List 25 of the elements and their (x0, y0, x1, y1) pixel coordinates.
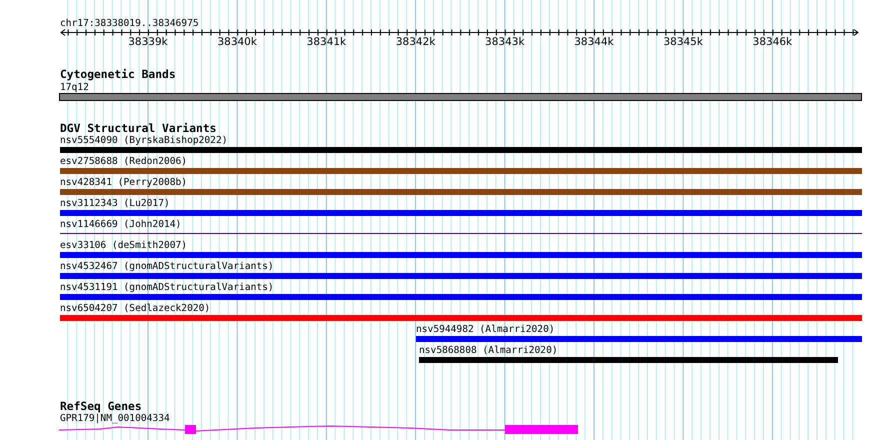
ruler-tick-label: 38342k (396, 36, 436, 48)
feature-label: esv33106 (deSmith2007) (60, 240, 188, 251)
ruler-tick-label: 38345k (663, 36, 703, 48)
feature-label: nsv5868808 (Almarri2020) (419, 345, 558, 356)
feature-label: nsv4532467 (gnomADStructuralVariants) (60, 261, 274, 272)
ruler-tick-label: 38340k (217, 36, 257, 48)
location-label: chr17:38338019..38346975 (60, 18, 199, 29)
ruler-tick-label: 38339k (128, 36, 168, 48)
ruler-tick-label: 38341k (306, 36, 346, 48)
track-title: Cytogenetic Bands (60, 68, 176, 81)
feature-label: nsv5554090 (ByrskaBishop2022) (60, 135, 228, 146)
feature-label: 17q12 (60, 82, 89, 93)
feature-label: esv2758688 (Redon2006) (60, 156, 188, 167)
track-title: RefSeq Genes (60, 400, 142, 413)
feature-label: nsv1146669 (John2014) (60, 219, 182, 230)
feature-label: nsv428341 (Perry2008b) (60, 177, 188, 188)
track-title: DGV Structural Variants (60, 122, 216, 135)
feature-label: nsv5944982 (Almarri2020) (416, 324, 555, 335)
ruler-tick-label: 38346k (752, 36, 792, 48)
feature-label: nsv3112343 (Lu2017) (60, 198, 170, 209)
feature-label: nsv4531191 (gnomADStructuralVariants) (60, 282, 274, 293)
feature-label: GPR179|NM_001004334 (60, 413, 170, 424)
feature-label: nsv6504207 (Sedlazeck2020) (60, 303, 210, 314)
ruler-tick-label: 38343k (485, 36, 525, 48)
ruler-tick-label: 38344k (574, 36, 614, 48)
